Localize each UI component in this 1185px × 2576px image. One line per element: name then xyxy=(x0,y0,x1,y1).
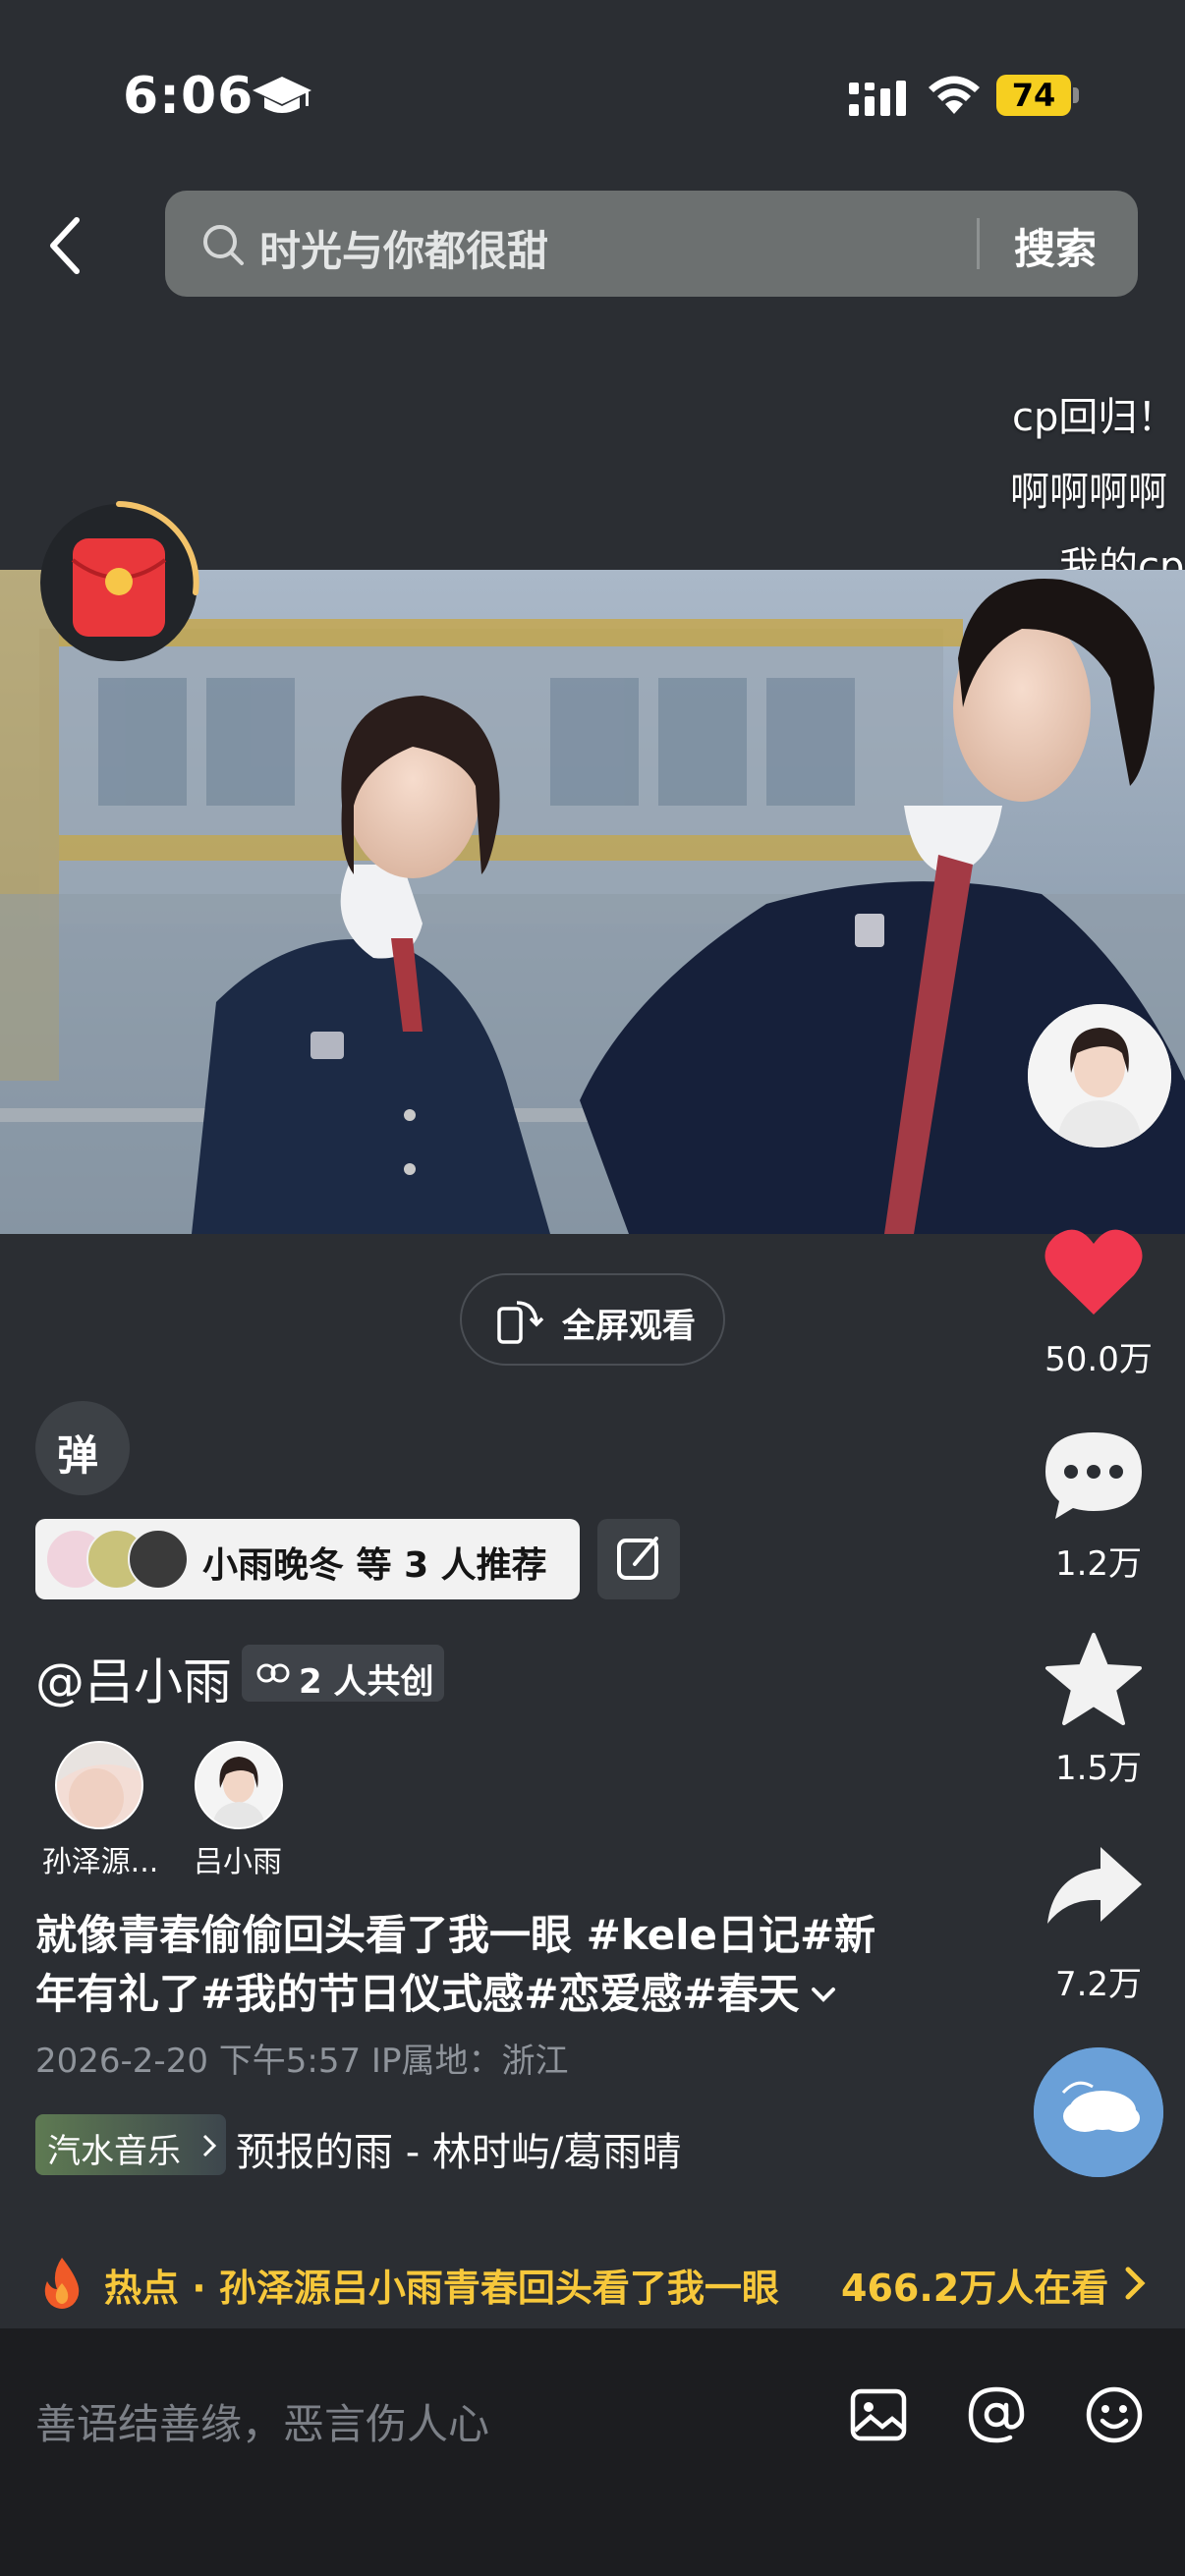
creator-name: 吕小雨 xyxy=(194,1845,282,1879)
link-icon xyxy=(256,1663,290,1683)
search-button[interactable]: 搜索 xyxy=(1014,216,1097,276)
music-app-tag[interactable]: 汽水音乐 xyxy=(35,2114,226,2175)
rotate-screen-icon xyxy=(497,1301,544,1344)
recommend-edit-button[interactable] xyxy=(597,1519,680,1599)
music-title[interactable]: 预报的雨 - 林时屿/葛雨晴 xyxy=(236,2120,681,2177)
chevron-right-icon xyxy=(1125,2267,1146,2300)
comment-count: 1.2万 xyxy=(1054,1544,1143,1584)
like-heart-icon[interactable] xyxy=(1040,1218,1148,1326)
status-time: 6:06 xyxy=(123,67,254,126)
danmaku-toggle-label: 弹 xyxy=(57,1431,99,1480)
like-count: 50.0万 xyxy=(1044,1340,1153,1379)
share-count: 7.2万 xyxy=(1054,1965,1143,2004)
comment-bar: 善语结善缘，恶言伤人心 xyxy=(0,2328,1185,2576)
creator-name: 孙泽源... xyxy=(41,1845,159,1879)
creator-avatar xyxy=(195,1741,283,1829)
danmaku-comment: cp回归！ xyxy=(1012,395,1177,440)
mention-at-icon[interactable] xyxy=(965,2383,1028,2446)
creator-avatar xyxy=(55,1741,143,1829)
share-arrow-icon[interactable] xyxy=(1040,1833,1148,1941)
trending-bar[interactable]: 热点 · 孙泽源吕小雨青春回头看了我一眼 466.2万人在看 xyxy=(0,2236,1185,2330)
video-frame-image xyxy=(0,570,1185,1234)
favorite-star-icon[interactable] xyxy=(1040,1627,1148,1735)
video-caption[interactable]: 就像青春偷偷回头看了我一眼 #kele日记#新 年有礼了#我的节日仪式感#恋爱感… xyxy=(35,1906,900,2024)
author-avatar[interactable] xyxy=(1028,1004,1171,1148)
wifi-icon xyxy=(929,76,980,114)
search-input[interactable]: 时光与你都很甜 xyxy=(259,218,548,278)
fullscreen-button[interactable]: 全屏观看 xyxy=(460,1273,725,1366)
fire-icon xyxy=(44,2258,80,2309)
comment-input[interactable]: 善语结善缘，恶言伤人心 xyxy=(35,2391,489,2451)
battery-indicator: 74 xyxy=(996,75,1079,116)
creator-item[interactable]: 孙泽源... xyxy=(39,1741,161,1880)
danmaku-comment: 啊啊啊啊 xyxy=(1010,470,1167,515)
search-icon xyxy=(203,225,244,265)
recommenders-badge[interactable]: 小雨晚冬 等 3 人推荐 xyxy=(35,1519,580,1599)
music-app-label: 汽水音乐 xyxy=(47,2132,181,2171)
post-meta: 2026-2-20 下午5:57 IP属地：浙江 xyxy=(35,2042,569,2081)
cocreate-badge[interactable]: 2 人共创 xyxy=(242,1645,444,1702)
chevron-down-icon[interactable] xyxy=(806,1977,841,2012)
music-disc[interactable] xyxy=(1034,2047,1163,2177)
battery-level: 74 xyxy=(996,75,1071,116)
cocreate-label: 2 人共创 xyxy=(299,1662,434,1702)
watching-count: 466.2万人在看 xyxy=(841,2267,1109,2310)
search-bar[interactable]: 时光与你都很甜 搜索 xyxy=(165,191,1138,297)
video-player[interactable] xyxy=(0,570,1185,1234)
fullscreen-label: 全屏观看 xyxy=(562,1307,696,1346)
favorite-count: 1.5万 xyxy=(1054,1749,1143,1788)
recommend-text: 小雨晚冬 等 3 人推荐 xyxy=(202,1545,547,1586)
trending-topic: 热点 · 孙泽源吕小雨青春回头看了我一眼 xyxy=(104,2267,779,2310)
back-arrow-icon[interactable] xyxy=(45,216,85,275)
image-icon[interactable] xyxy=(847,2383,910,2446)
edit-icon xyxy=(617,1537,658,1580)
red-packet-icon[interactable] xyxy=(35,499,202,666)
caption-line: 年有礼了#我的节日仪式感#恋爱感#春天 xyxy=(35,1970,800,2018)
recommender-avatar xyxy=(128,1529,189,1590)
cellular-signal-icon xyxy=(849,81,906,116)
danmaku-toggle-button[interactable]: 弹 xyxy=(35,1401,130,1495)
author-handle[interactable]: @吕小雨 xyxy=(35,1643,232,1713)
caption-line: 就像青春偷偷回头看了我一眼 #kele日记#新 xyxy=(35,1911,876,1959)
comment-icon[interactable] xyxy=(1040,1421,1148,1529)
creator-item[interactable]: 吕小雨 xyxy=(177,1741,299,1880)
chevron-right-icon xyxy=(202,2134,217,2157)
emoji-icon[interactable] xyxy=(1083,2383,1146,2446)
graduation-cap-icon xyxy=(253,77,311,113)
